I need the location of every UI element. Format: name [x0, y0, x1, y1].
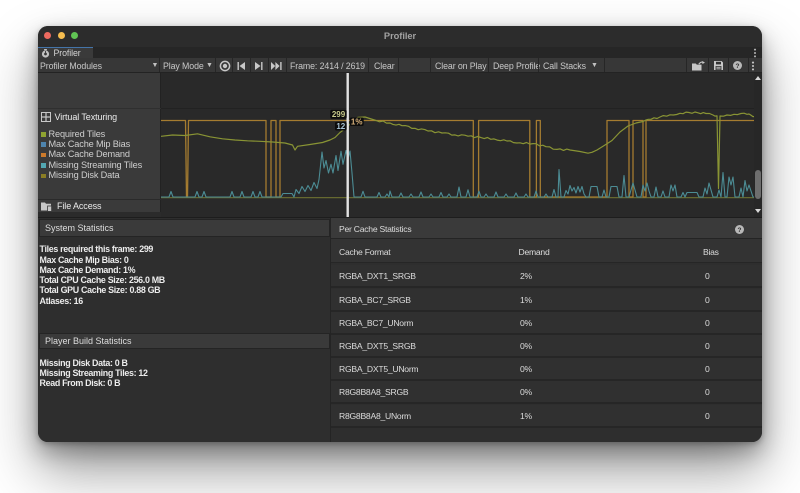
svg-text:1%: 1%: [351, 118, 363, 127]
svg-text:12: 12: [336, 122, 345, 131]
svg-text:?: ?: [735, 63, 739, 70]
svg-text:?: ?: [738, 227, 742, 234]
svg-text:299: 299: [332, 110, 346, 119]
